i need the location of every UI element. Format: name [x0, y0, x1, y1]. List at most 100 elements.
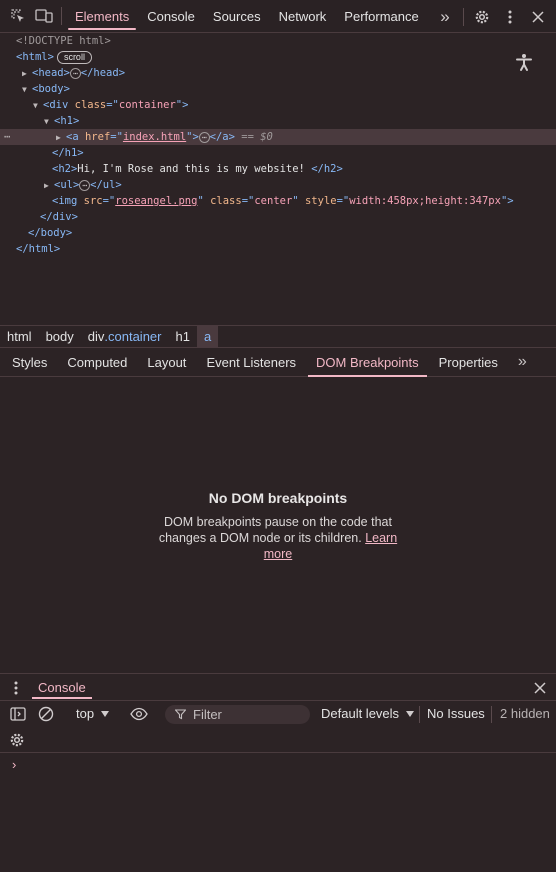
breadcrumb-div-container[interactable]: div .container	[81, 325, 169, 348]
tab-dom-breakpoints[interactable]: DOM Breakpoints	[306, 348, 429, 377]
h2-open-tag: <h2>	[52, 163, 78, 175]
dom-tree: <!DOCTYPE html> <html> scroll ▶ <head> ⋯ </h…	[0, 33, 556, 325]
h2-close-tag: </h2>	[311, 163, 343, 175]
breadcrumb-a[interactable]: a	[196, 325, 219, 348]
expand-triangle-icon[interactable]: ▶	[22, 66, 32, 82]
expand-triangle-icon[interactable]: ▶	[44, 178, 54, 194]
context-selector-value: top	[76, 706, 95, 721]
breadcrumb-div-class: .container	[104, 329, 162, 344]
tab-computed[interactable]: Computed	[57, 348, 137, 377]
console-toolbar-row2	[0, 727, 556, 753]
selected-node-marker: == $0	[241, 131, 273, 143]
dom-node-h2[interactable]: <h2>Hi, I'm Rose and this is my website!…	[0, 161, 556, 177]
dom-node-body-close[interactable]: </body>	[0, 225, 556, 241]
empty-state-description: DOM breakpoints pause on the code that c…	[150, 514, 406, 562]
doctype-text: <!DOCTYPE html>	[16, 35, 111, 47]
clear-console-icon[interactable]	[38, 706, 54, 725]
h2-text: Hi, I'm Rose and this is my website!	[77, 163, 312, 175]
context-selector[interactable]: top	[76, 706, 110, 721]
close-drawer-icon[interactable]	[534, 682, 546, 697]
filter-funnel-icon	[175, 709, 186, 720]
dropdown-caret-icon	[406, 710, 415, 717]
console-prompt-chevron-icon[interactable]: ›	[12, 757, 16, 772]
dom-node-a-selected[interactable]: ⋯ ▶ <a href="index.html"> ⋯ </a> == $0	[0, 129, 556, 145]
tab-performance[interactable]: Performance	[335, 0, 427, 33]
dom-node-div-close[interactable]: </div>	[0, 209, 556, 225]
dom-breakpoints-pane: No DOM breakpoints DOM breakpoints pause…	[0, 377, 556, 673]
breadcrumb-body[interactable]: body	[39, 325, 81, 348]
dom-node-head[interactable]: ▶ <head> ⋯ </head>	[0, 65, 556, 81]
console-settings-gear-icon[interactable]	[9, 732, 25, 751]
tab-network[interactable]: Network	[270, 0, 336, 33]
tab-styles[interactable]: Styles	[0, 348, 57, 377]
drawer-tabbar: Console	[0, 673, 556, 701]
dom-node-html[interactable]: <html> scroll	[0, 49, 556, 65]
expand-triangle-icon[interactable]: ▶	[56, 130, 66, 146]
head-open-tag: <head>	[32, 67, 70, 79]
collapsed-ellipsis[interactable]: ⋯	[198, 131, 210, 143]
a-tag-name: a	[72, 131, 79, 143]
dom-node-body[interactable]: ▼ <body>	[0, 81, 556, 97]
toolbar-divider	[491, 706, 492, 723]
console-filter-input[interactable]: Filter	[165, 705, 310, 724]
sidebar-panel-tabs: Styles Computed Layout Event Listeners D…	[0, 348, 556, 377]
html-open-tag: <html>	[16, 51, 54, 63]
breadcrumb-h1[interactable]: h1	[168, 325, 196, 348]
console-toolbar: top Filter Default levels No Issues 2 hi…	[0, 701, 556, 727]
img-src-attr: src	[83, 195, 103, 207]
dom-node-h1-close[interactable]: </h1>	[0, 145, 556, 161]
tab-sources[interactable]: Sources	[204, 0, 270, 33]
drawer-tab-console[interactable]: Console	[30, 673, 94, 701]
live-expression-eye-icon[interactable]	[130, 707, 148, 724]
dom-node-div[interactable]: ▼ <div class="container">	[0, 97, 556, 113]
dom-node-doctype[interactable]: <!DOCTYPE html>	[0, 33, 556, 49]
empty-state-title: No DOM breakpoints	[208, 490, 348, 506]
collapse-triangle-icon[interactable]: ▼	[22, 82, 32, 98]
a-href-attr: href	[84, 131, 111, 143]
tab-layout[interactable]: Layout	[137, 348, 196, 377]
toolbar-divider	[419, 706, 420, 723]
more-vert-icon[interactable]	[496, 0, 524, 33]
more-panel-tabs-chevron-icon[interactable]: »	[508, 348, 537, 377]
h1-open-tag: <h1>	[54, 115, 80, 127]
ul-close-tag: </ul>	[90, 179, 122, 191]
log-levels-value: Default levels	[321, 706, 400, 721]
log-levels-dropdown[interactable]: Default levels	[321, 706, 415, 721]
drawer-menu-icon[interactable]	[14, 681, 18, 698]
div-tag-name: div	[49, 99, 69, 111]
dom-node-h1[interactable]: ▼ <h1>	[0, 113, 556, 129]
h1-close-tag: </h1>	[52, 147, 84, 159]
collapse-triangle-icon[interactable]: ▼	[33, 98, 43, 114]
tab-console[interactable]: Console	[138, 0, 204, 33]
issues-counter[interactable]: No Issues	[427, 706, 485, 721]
breadcrumb-html[interactable]: html	[0, 325, 39, 348]
device-toolbar-icon[interactable]	[31, 0, 57, 33]
inspect-element-icon[interactable]	[5, 0, 31, 33]
breadcrumb-div-tag: div	[87, 329, 105, 344]
img-src-link[interactable]: roseangel.png	[115, 195, 197, 207]
collapsed-ellipsis[interactable]: ⋯	[79, 179, 91, 191]
close-devtools-icon[interactable]	[524, 0, 552, 33]
dropdown-caret-icon	[101, 710, 110, 717]
accessibility-tree-icon[interactable]	[514, 52, 534, 72]
dom-node-html-close[interactable]: </html>	[0, 241, 556, 257]
more-tabs-chevron-icon[interactable]: »	[431, 0, 459, 33]
collapse-triangle-icon[interactable]: ▼	[44, 114, 54, 130]
div-close-tag: </div>	[40, 211, 78, 223]
settings-gear-icon[interactable]	[468, 0, 496, 33]
img-tag-name: img	[58, 195, 78, 207]
body-open-tag: <body>	[32, 83, 70, 95]
tab-properties[interactable]: Properties	[429, 348, 508, 377]
tab-elements[interactable]: Elements	[66, 0, 138, 33]
scroll-badge[interactable]: scroll	[56, 50, 92, 64]
div-class-value: container	[118, 99, 176, 111]
tab-event-listeners[interactable]: Event Listeners	[196, 348, 306, 377]
img-class-attr: class	[210, 195, 242, 207]
img-style-attr: style	[304, 195, 337, 207]
a-href-link[interactable]: index.html	[123, 131, 186, 143]
show-sidebar-icon[interactable]	[10, 707, 26, 724]
dom-node-img[interactable]: <img src="roseangel.png" class="center" …	[0, 193, 556, 209]
collapsed-ellipsis[interactable]: ⋯	[69, 67, 81, 79]
dom-node-ul[interactable]: ▶ <ul> ⋯ </ul>	[0, 177, 556, 193]
node-actions-dots-icon[interactable]: ⋯	[4, 129, 10, 145]
